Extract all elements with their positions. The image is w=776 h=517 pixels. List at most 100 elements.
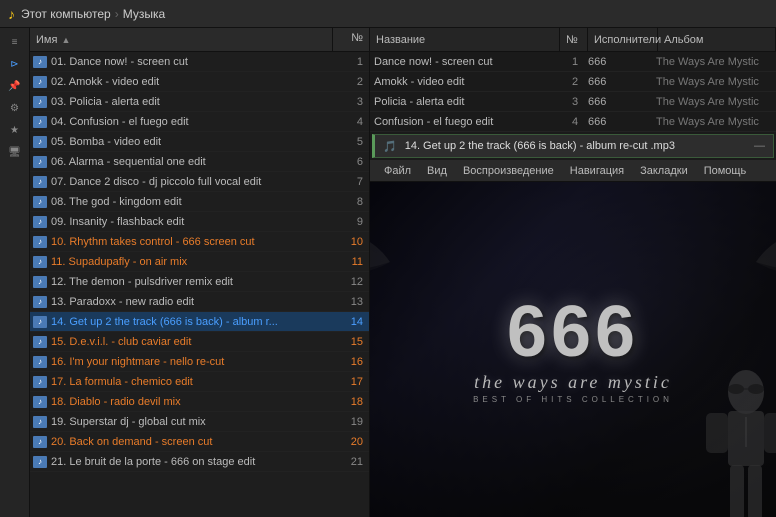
menu-item-воспроизведение[interactable]: Воспроизведение [455, 160, 562, 182]
file-icon [32, 374, 48, 390]
file-icon [32, 394, 48, 410]
pl-track-artist: 666 [588, 96, 656, 108]
file-row[interactable]: 03. Policia - alerta edit3 [30, 92, 369, 112]
file-row[interactable]: 05. Bomba - video edit5 [30, 132, 369, 152]
file-row[interactable]: 11. Supadupafly - on air mix11 [30, 252, 369, 272]
file-row[interactable]: 14. Get up 2 the track (666 is back) - a… [30, 312, 369, 332]
playlist-row[interactable]: Dance now! - screen cut1666The Ways Are … [370, 52, 776, 72]
file-row[interactable]: 02. Amokk - video edit2 [30, 72, 369, 92]
file-icon [32, 314, 48, 330]
file-row[interactable]: 19. Superstar dj - global cut mix19 [30, 412, 369, 432]
menu-item-закладки[interactable]: Закладки [632, 160, 696, 182]
file-num: 10 [333, 236, 367, 248]
file-num: 5 [333, 136, 367, 148]
pl-track-num: 1 [562, 56, 588, 68]
pl-track-num: 2 [562, 76, 588, 88]
menu-bar: ФайлВидВоспроизведениеНавигацияЗакладкиП… [370, 160, 776, 182]
sidebar-item-computer[interactable]: 🖥 [2, 142, 28, 162]
file-name: 18. Diablo - radio devil mix [51, 396, 333, 408]
right-panel: Название № Исполнители Альбом Dance now!… [370, 28, 776, 517]
pl-track-name: Amokk - video edit [374, 76, 562, 88]
file-name: 11. Supadupafly - on air mix [51, 256, 333, 268]
file-list: 01. Dance now! - screen cut102. Amokk - … [30, 52, 369, 517]
file-num: 7 [333, 176, 367, 188]
pl-col-num-header: № [560, 28, 588, 51]
file-row[interactable]: 17. La formula - chemico edit17 [30, 372, 369, 392]
sort-arrow-icon: ▲ [61, 35, 70, 45]
playlist-row[interactable]: Confusion - el fuego edit4666The Ways Ar… [370, 112, 776, 132]
file-row[interactable]: 07. Dance 2 disco - dj piccolo full voca… [30, 172, 369, 192]
file-num: 2 [333, 76, 367, 88]
pl-track-name: Policia - alerta edit [374, 96, 562, 108]
file-name: 19. Superstar dj - global cut mix [51, 416, 333, 428]
pl-track-album: The Ways Are Mystic [656, 56, 772, 68]
file-icon [32, 294, 48, 310]
top-bar: ♪ Этот компьютер › Музыка [0, 0, 776, 28]
file-icon [32, 134, 48, 150]
now-playing-dash: — [754, 140, 765, 152]
menu-item-навигация[interactable]: Навигация [562, 160, 632, 182]
file-name: 03. Policia - alerta edit [51, 96, 333, 108]
breadcrumb-leaf[interactable]: Музыка [123, 7, 165, 21]
sidebar-item-access[interactable]: ⊳ [2, 54, 28, 74]
file-row[interactable]: 20. Back on demand - screen cut20 [30, 432, 369, 452]
file-name: 17. La formula - chemico edit [51, 376, 333, 388]
file-row[interactable]: 21. Le bruit de la porte - 666 on stage … [30, 452, 369, 472]
menu-item-помощь[interactable]: Помощь [696, 160, 755, 182]
sidebar-item-pin[interactable]: 📌 [2, 76, 28, 96]
file-row[interactable]: 13. Paradoxx - new radio edit13 [30, 292, 369, 312]
menu-item-вид[interactable]: Вид [419, 160, 455, 182]
file-row[interactable]: 15. D.e.v.i.l. - club caviar edit15 [30, 332, 369, 352]
file-row[interactable]: 08. The god - kingdom edit8 [30, 192, 369, 212]
pl-track-album: The Ways Are Mystic [656, 116, 772, 128]
file-row[interactable]: 10. Rhythm takes control - 666 screen cu… [30, 232, 369, 252]
now-playing-text: 14. Get up 2 the track (666 is back) - a… [405, 140, 746, 152]
file-name: 15. D.e.v.i.l. - club caviar edit [51, 336, 333, 348]
file-row[interactable]: 16. I'm your nightmare - nello re-cut16 [30, 352, 369, 372]
file-row[interactable]: 18. Diablo - radio devil mix18 [30, 392, 369, 412]
file-name: 06. Alarma - sequential one edit [51, 156, 333, 168]
playlist-row[interactable]: Policia - alerta edit3666The Ways Are My… [370, 92, 776, 112]
playlist: Dance now! - screen cut1666The Ways Are … [370, 52, 776, 132]
sidebar-item-favorites[interactable]: ★ [2, 120, 28, 140]
playlist-header: Название № Исполнители Альбом [370, 28, 776, 52]
file-icon [32, 154, 48, 170]
file-num: 13 [333, 296, 367, 308]
file-name: 13. Paradoxx - new radio edit [51, 296, 333, 308]
file-row[interactable]: 04. Confusion - el fuego edit4 [30, 112, 369, 132]
pl-track-artist: 666 [588, 56, 656, 68]
pl-col-name-header: Название [370, 28, 560, 51]
pl-track-album: The Ways Are Mystic [656, 96, 772, 108]
file-num: 1 [333, 56, 367, 68]
file-num: 4 [333, 116, 367, 128]
file-row[interactable]: 09. Insanity - flashback edit9 [30, 212, 369, 232]
file-name: 05. Bomba - video edit [51, 136, 333, 148]
file-num: 20 [333, 436, 367, 448]
wing-left-icon [370, 212, 390, 312]
sidebar-item-menu[interactable]: ≡ [2, 32, 28, 52]
file-row[interactable]: 01. Dance now! - screen cut1 [30, 52, 369, 72]
file-icon [32, 194, 48, 210]
file-name: 16. I'm your nightmare - nello re-cut [51, 356, 333, 368]
playlist-row[interactable]: Amokk - video edit2666The Ways Are Mysti… [370, 72, 776, 92]
file-row[interactable]: 12. The demon - pulsdriver remix edit12 [30, 272, 369, 292]
file-icon [32, 434, 48, 450]
file-icon [32, 74, 48, 90]
sidebar: ≡ ⊳ 📌 ⚙ ★ 🖥 [0, 28, 30, 517]
breadcrumb-sep: › [115, 7, 119, 21]
file-num: 9 [333, 216, 367, 228]
file-name: 10. Rhythm takes control - 666 screen cu… [51, 236, 333, 248]
sidebar-item-settings[interactable]: ⚙ [2, 98, 28, 118]
pl-track-num: 4 [562, 116, 588, 128]
file-name: 09. Insanity - flashback edit [51, 216, 333, 228]
file-row[interactable]: 06. Alarma - sequential one edit6 [30, 152, 369, 172]
breadcrumb-root[interactable]: Этот компьютер [21, 7, 111, 21]
album-area: 666 the ways are mystic BEST OF HITS COL… [370, 182, 776, 517]
file-icon [32, 274, 48, 290]
figure-silhouette-icon [686, 367, 776, 517]
menu-item-файл[interactable]: Файл [376, 160, 419, 182]
file-num: 6 [333, 156, 367, 168]
file-num: 17 [333, 376, 367, 388]
file-icon [32, 354, 48, 370]
wing-right-icon [756, 212, 776, 312]
